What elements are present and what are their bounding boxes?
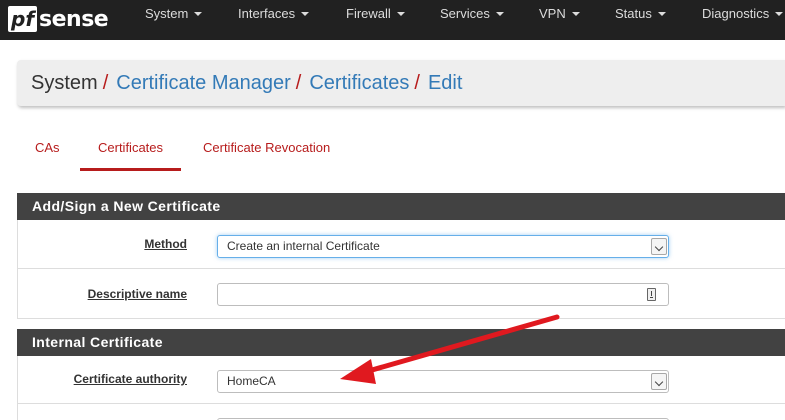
breadcrumb: System / Certificate Manager / Certifica…: [17, 60, 785, 106]
nav-vpn-label: VPN: [539, 6, 566, 21]
nav-diagnostics-label: Diagnostics: [702, 6, 770, 21]
caret-down-icon: [396, 11, 405, 16]
form-row-method: Method Create an internal Certificate: [17, 220, 785, 269]
form-row-certificate-authority: Certificate authority HomeCA: [17, 356, 785, 404]
pfsense-logo[interactable]: pf sense: [8, 4, 109, 34]
logo-pf-text: pf: [8, 6, 38, 32]
method-label: Method: [144, 237, 187, 251]
caret-down-icon: [301, 11, 310, 16]
breadcrumb-edit[interactable]: Edit: [428, 72, 462, 95]
nav-services[interactable]: Services: [440, 0, 504, 28]
nav-system[interactable]: System: [145, 0, 203, 28]
chevron-down-icon: [651, 238, 667, 255]
nav-status[interactable]: Status: [615, 0, 666, 28]
tab-certificate-revocation[interactable]: Certificate Revocation: [185, 133, 348, 171]
tab-cas[interactable]: CAs: [17, 133, 78, 171]
certificate-authority-select[interactable]: HomeCA: [217, 370, 669, 393]
certificate-authority-label: Certificate authority: [73, 372, 187, 386]
nav-firewall[interactable]: Firewall: [346, 0, 405, 28]
tab-certificates[interactable]: Certificates: [80, 133, 182, 171]
chevron-down-icon: [651, 373, 667, 390]
panel-heading-add-sign: Add/Sign a New Certificate: [17, 193, 785, 220]
breadcrumb-certificates[interactable]: Certificates: [309, 72, 409, 95]
method-select-value: Create an internal Certificate: [227, 239, 380, 253]
descriptive-name-input[interactable]: [217, 283, 669, 306]
breadcrumb-root: System: [31, 71, 98, 94]
nav-interfaces[interactable]: Interfaces: [238, 0, 310, 28]
certificate-authority-value: HomeCA: [227, 374, 276, 388]
caret-down-icon: [657, 11, 666, 16]
nav-services-label: Services: [440, 6, 490, 21]
breadcrumb-separator: /: [414, 71, 420, 94]
breadcrumb-separator: /: [295, 71, 302, 94]
logo-sense-text: sense: [39, 6, 109, 32]
breadcrumb-separator: /: [102, 71, 109, 94]
caret-down-icon: [495, 11, 504, 16]
descriptive-name-label: Descriptive name: [87, 287, 187, 301]
nav-diagnostics[interactable]: Diagnostics: [702, 0, 784, 28]
nav-firewall-label: Firewall: [346, 6, 391, 21]
nav-system-label: System: [145, 6, 189, 21]
top-navbar: pf sense System Interfaces Firewall Serv…: [0, 0, 785, 40]
keyboard-icon: [647, 288, 656, 301]
nav-status-label: Status: [615, 6, 652, 21]
caret-down-icon: [775, 11, 784, 16]
caret-down-icon: [194, 11, 203, 16]
form-row-descriptive-name: Descriptive name: [17, 269, 785, 319]
method-select[interactable]: Create an internal Certificate: [217, 235, 669, 258]
caret-down-icon: [571, 11, 580, 16]
breadcrumb-certificate-manager[interactable]: Certificate Manager: [116, 72, 291, 95]
form-row-next: [17, 404, 785, 420]
nav-vpn[interactable]: VPN: [539, 0, 580, 28]
panel-heading-internal-certificate: Internal Certificate: [17, 329, 785, 356]
nav-interfaces-label: Interfaces: [238, 6, 296, 21]
